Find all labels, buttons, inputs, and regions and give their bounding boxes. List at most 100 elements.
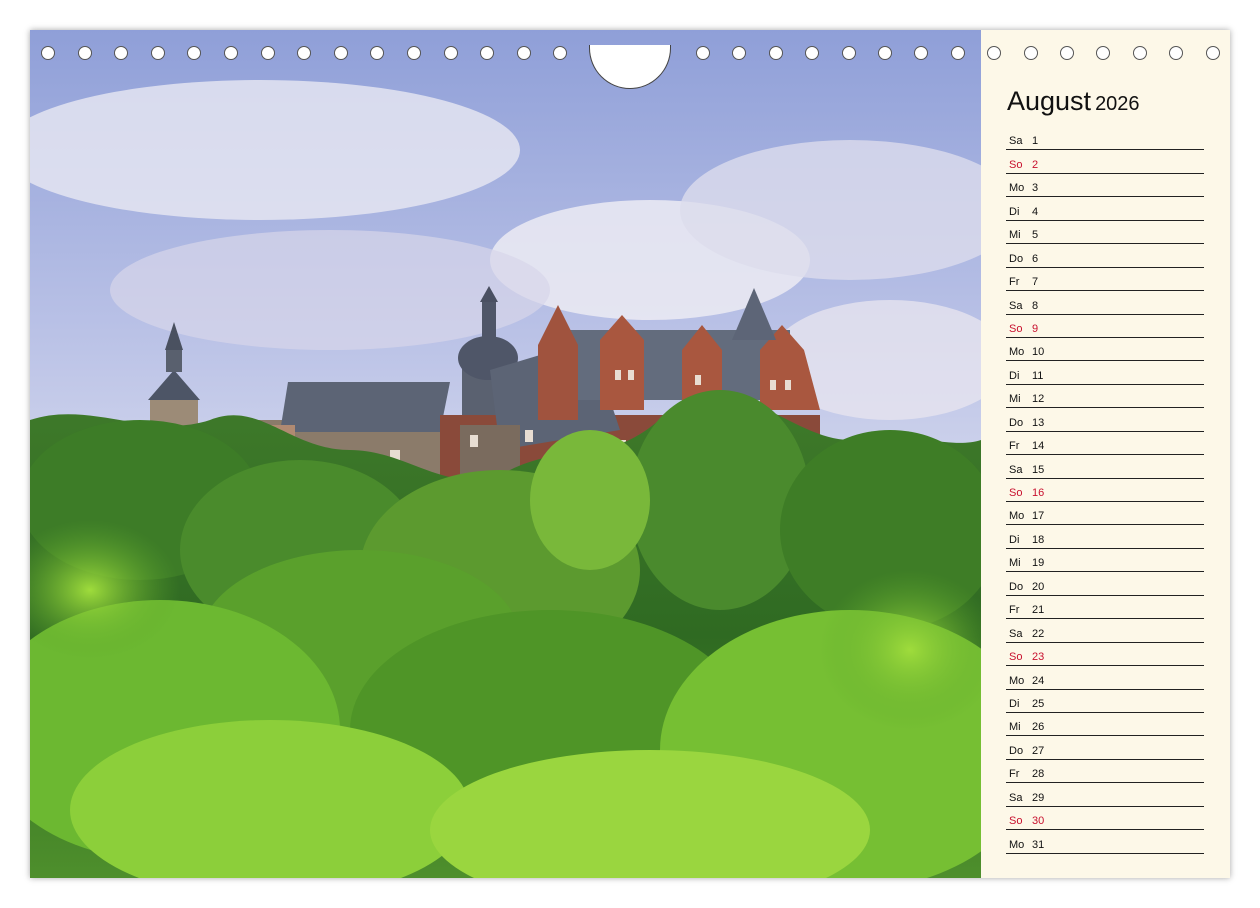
month-title: August 2026 xyxy=(1007,86,1140,117)
day-number: 22 xyxy=(1032,627,1045,640)
day-weekday: Sa xyxy=(1009,463,1023,476)
binding-hole xyxy=(950,46,965,60)
day-weekday: Di xyxy=(1009,533,1020,546)
binding-hole xyxy=(370,46,385,60)
binding-hole xyxy=(297,46,312,60)
binding-hole xyxy=(987,46,1002,60)
binding-hole xyxy=(1132,46,1147,60)
day-number: 20 xyxy=(1032,580,1045,593)
day-row: Mi 5 xyxy=(1006,221,1204,245)
day-weekday: Mo xyxy=(1009,510,1025,523)
day-weekday: Mo xyxy=(1009,346,1025,359)
day-number: 4 xyxy=(1032,205,1039,218)
day-row: Mo 31 xyxy=(1006,830,1204,854)
binding-hole xyxy=(260,46,275,60)
day-row: Di 18 xyxy=(1006,525,1204,549)
binding-hole xyxy=(1060,46,1074,60)
binding-hole xyxy=(407,46,421,60)
day-number: 23 xyxy=(1032,651,1045,664)
binding-hole xyxy=(150,46,165,60)
day-number: 11 xyxy=(1032,369,1044,382)
day-row: Do 13 xyxy=(1006,408,1204,432)
day-weekday: Mi xyxy=(1009,557,1021,570)
day-number: 8 xyxy=(1032,299,1039,312)
day-weekday: Di xyxy=(1009,205,1020,218)
month-name: August xyxy=(1007,86,1092,116)
day-weekday: Do xyxy=(1009,580,1024,593)
day-number: 31 xyxy=(1032,838,1045,851)
binding-hole xyxy=(1169,46,1184,60)
day-number: 1 xyxy=(1032,135,1039,148)
day-number: 6 xyxy=(1032,252,1039,265)
day-number: 24 xyxy=(1032,674,1045,687)
day-row: Mo 17 xyxy=(1006,502,1204,526)
day-row: Mi 19 xyxy=(1006,549,1204,573)
binding-hole xyxy=(805,46,820,60)
day-weekday: Sa xyxy=(1009,135,1023,148)
day-row: Fr 21 xyxy=(1006,596,1204,620)
day-number: 27 xyxy=(1032,744,1045,757)
day-list: Sa 1 So 2 Mo 3 Di 4 Mi 5 Do 6 Fr 7 Sa 8 So 9 Mo 10 Di 11 Mi 12 D… xyxy=(1006,127,1204,854)
day-row: Mo 24 xyxy=(1006,666,1204,690)
day-weekday: Do xyxy=(1009,416,1024,429)
castle-landscape-image xyxy=(30,30,981,878)
day-number: 19 xyxy=(1032,557,1045,570)
day-row: Di 4 xyxy=(1006,197,1204,221)
binding-hole xyxy=(732,46,747,60)
day-number: 30 xyxy=(1032,815,1045,828)
day-number: 3 xyxy=(1032,182,1039,195)
day-row: So 23 xyxy=(1006,643,1204,667)
day-row: Mi 12 xyxy=(1006,385,1204,409)
castle-photo xyxy=(30,30,981,878)
day-weekday: Sa xyxy=(1009,791,1023,804)
day-number: 25 xyxy=(1032,697,1045,710)
day-weekday: Mo xyxy=(1009,838,1025,851)
day-number: 7 xyxy=(1032,276,1039,289)
month-panel: August 2026 Sa 1 So 2 Mo 3 Di 4 Mi 5 Do 6 Fr 7 Sa 8 So 9 Mo… xyxy=(981,30,1230,878)
day-number: 29 xyxy=(1032,791,1045,804)
day-row: Fr 14 xyxy=(1006,432,1204,456)
day-row: Di 25 xyxy=(1006,690,1204,713)
day-weekday: Mi xyxy=(1009,721,1021,734)
day-number: 28 xyxy=(1032,768,1045,781)
day-weekday: Sa xyxy=(1009,627,1023,640)
day-number: 10 xyxy=(1032,346,1045,359)
day-number: 2 xyxy=(1032,158,1039,171)
day-row: Do 27 xyxy=(1006,736,1204,760)
day-weekday: Do xyxy=(1009,744,1024,757)
binding-hole xyxy=(114,46,129,60)
binding-hole xyxy=(443,46,458,60)
day-number: 9 xyxy=(1032,322,1039,335)
day-row: Do 20 xyxy=(1006,572,1204,596)
day-row: So 9 xyxy=(1006,315,1204,338)
spiral-binding xyxy=(30,45,1230,89)
day-row: Di 11 xyxy=(1006,361,1204,385)
day-row: So 30 xyxy=(1006,807,1204,831)
day-row: Sa 1 xyxy=(1006,127,1204,151)
day-number: 17 xyxy=(1032,510,1045,523)
day-number: 16 xyxy=(1032,487,1045,499)
day-number: 15 xyxy=(1032,463,1045,476)
day-weekday: Di xyxy=(1009,697,1020,710)
day-number: 13 xyxy=(1032,416,1045,429)
binding-hole xyxy=(878,46,892,60)
day-row: Mo 3 xyxy=(1006,174,1204,198)
binding-hole xyxy=(77,46,92,60)
month-year: 2026 xyxy=(1095,93,1140,115)
day-weekday: So xyxy=(1009,487,1023,499)
day-row: Sa 29 xyxy=(1006,783,1204,807)
day-weekday: Fr xyxy=(1009,604,1020,617)
day-weekday: Sa xyxy=(1009,299,1023,312)
day-weekday: Di xyxy=(1009,369,1020,382)
day-number: 14 xyxy=(1032,440,1045,453)
binding-hole xyxy=(1205,46,1220,60)
day-row: Sa 22 xyxy=(1006,619,1204,643)
binding-hole xyxy=(914,46,929,60)
day-weekday: Fr xyxy=(1009,440,1020,453)
day-number: 21 xyxy=(1032,604,1045,617)
day-row: Do 6 xyxy=(1006,244,1204,268)
day-weekday: Mo xyxy=(1009,182,1025,195)
day-number: 12 xyxy=(1032,393,1045,406)
binding-hole xyxy=(480,46,495,60)
day-weekday: So xyxy=(1009,158,1023,171)
